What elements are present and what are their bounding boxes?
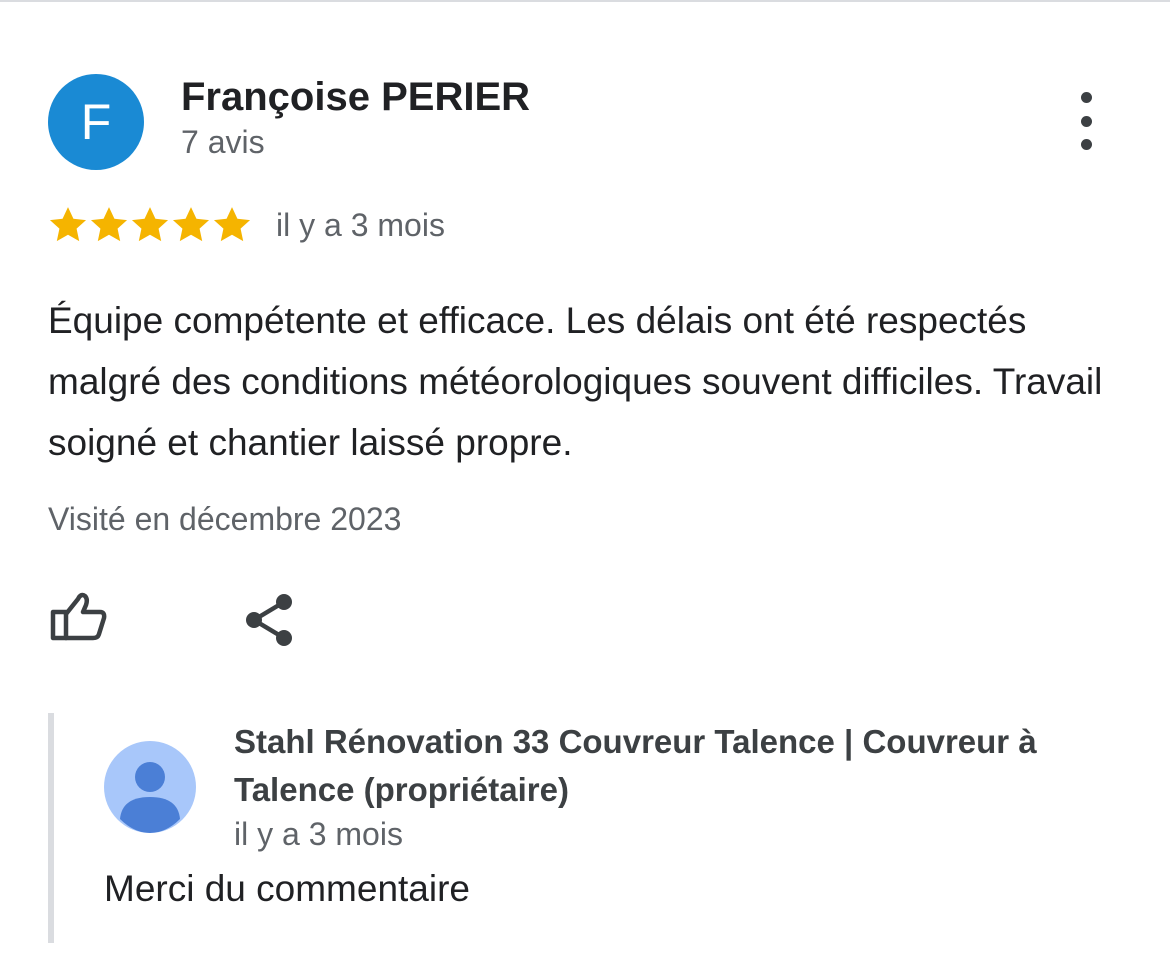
star-icon <box>172 207 210 242</box>
more-vert-icon-dot <box>1080 92 1092 103</box>
reply-time: il y a 3 mois <box>234 816 403 852</box>
reply-text: Merci du commentaire <box>104 868 471 909</box>
more-vert-icon-dot <box>1080 115 1092 127</box>
star-icon <box>90 207 128 242</box>
owner-avatar[interactable] <box>104 741 196 833</box>
visit-date: Visité en décembre 2023 <box>48 501 402 537</box>
star-icon <box>131 207 169 242</box>
person-icon <box>120 762 180 833</box>
thumb-up-icon <box>50 592 107 641</box>
star-icon <box>213 207 251 242</box>
review-count: 7 avis <box>181 124 265 160</box>
star-rating <box>47 204 252 246</box>
more-vert-icon-dot <box>1080 139 1092 150</box>
reviewer-avatar[interactable]: F <box>48 74 144 170</box>
owner-name: Stahl Rénovation 33 Couvreur Talence | C… <box>234 723 1037 808</box>
top-divider <box>0 0 1170 2</box>
reviewer-name[interactable]: Françoise PERIER <box>181 75 530 120</box>
share-icon <box>246 594 292 646</box>
share-button[interactable] <box>242 592 298 648</box>
review-text: Équipe compétente et efficace. Les délai… <box>48 300 1103 463</box>
star-icon <box>49 207 87 242</box>
avatar-letter: F <box>80 94 112 150</box>
more-options-button[interactable] <box>1066 92 1106 150</box>
review-time: il y a 3 mois <box>276 207 445 243</box>
like-button[interactable] <box>48 588 110 646</box>
